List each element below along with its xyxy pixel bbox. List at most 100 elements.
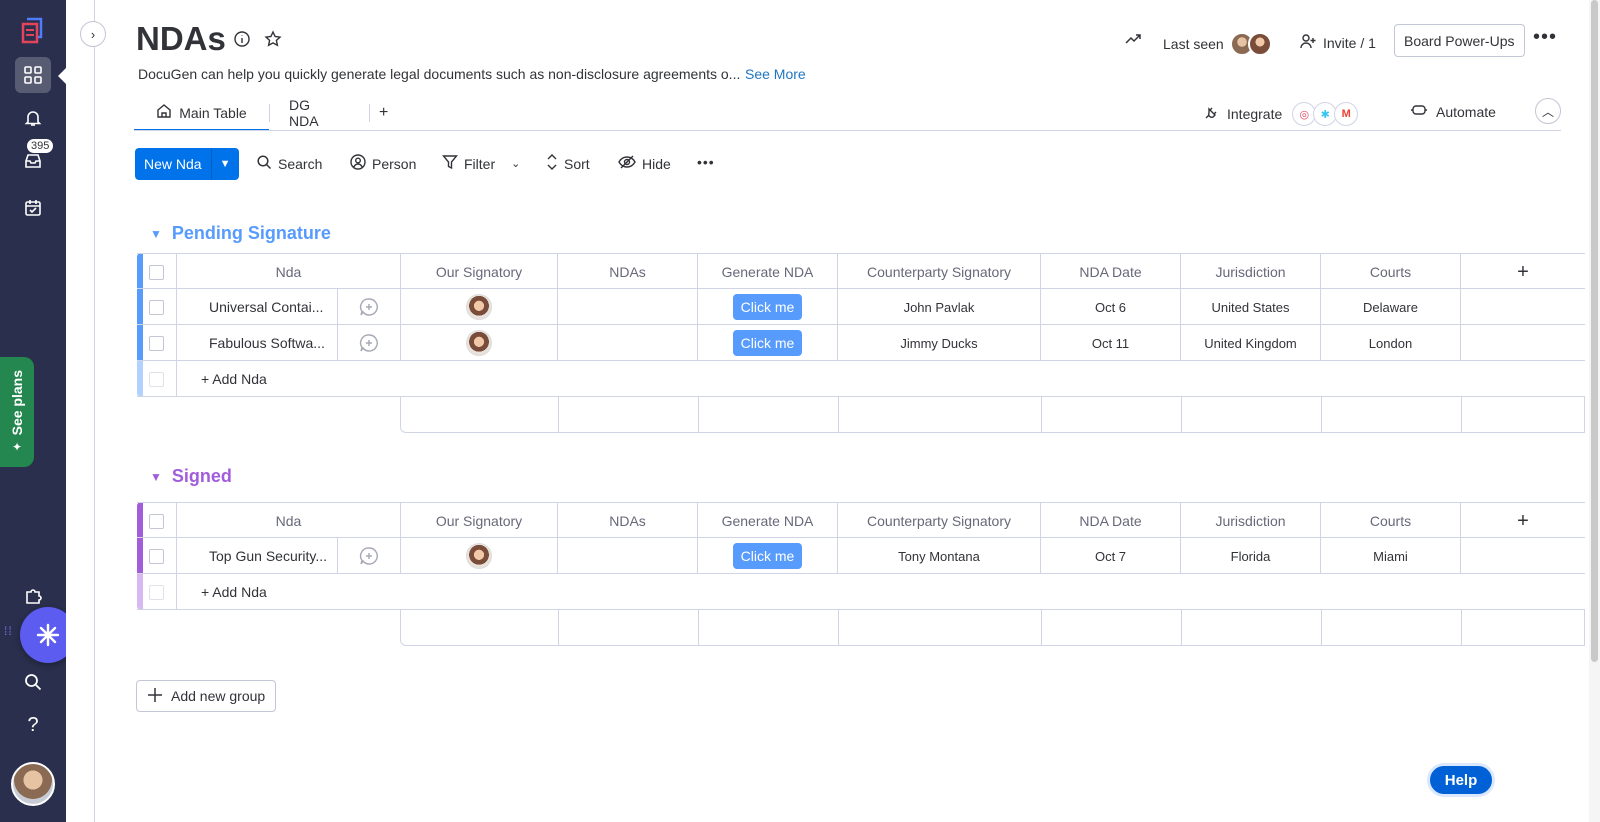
courts-cell[interactable]: Miami [1320, 538, 1460, 574]
tab-main-table[interactable]: Main Table [134, 96, 269, 131]
drag-handle-icon[interactable]: ⁞⁞ [4, 625, 13, 637]
jurisdiction-cell[interactable]: United Kingdom [1180, 325, 1320, 361]
click-me-button[interactable]: Click me [732, 330, 803, 356]
filter-button[interactable]: Filter ⌄ [442, 154, 520, 173]
add-item-row[interactable]: + Add Nda [137, 361, 1585, 397]
collapse-header-chevron-icon[interactable]: ︿ [1535, 98, 1561, 124]
item-name[interactable]: Top Gun Security... [176, 538, 337, 574]
column-header-counterparty-signatory[interactable]: Counterparty Signatory [837, 503, 1040, 539]
row-checkbox-cell[interactable] [137, 325, 176, 361]
jurisdiction-cell[interactable]: United States [1180, 289, 1320, 325]
toolbar-more-icon[interactable]: ••• [697, 154, 715, 170]
row-checkbox-cell[interactable] [137, 289, 176, 325]
column-header-jurisdiction[interactable]: Jurisdiction [1180, 254, 1320, 290]
add-new-group-button[interactable]: Add new group [136, 680, 277, 712]
table-row[interactable]: Top Gun Security... Click me Tony Montan… [137, 538, 1585, 574]
monday-logo-icon[interactable] [15, 12, 51, 48]
column-header-ndas[interactable]: NDAs [557, 254, 697, 290]
click-me-button[interactable]: Click me [732, 294, 803, 320]
tab-dg-nda[interactable]: DG NDA [289, 96, 319, 129]
nda-date-cell[interactable]: Oct 11 [1040, 325, 1180, 361]
our-signatory-cell[interactable] [400, 538, 557, 574]
row-checkbox-cell[interactable] [137, 538, 176, 574]
column-header-generate-nda[interactable]: Generate NDA [697, 503, 837, 539]
new-item-dropdown-chevron-icon[interactable]: ▼ [212, 148, 239, 180]
search-button[interactable]: Search [256, 154, 322, 173]
add-update-icon[interactable] [337, 325, 400, 361]
board-title[interactable]: NDAs [136, 20, 226, 58]
counterparty-signatory-cell[interactable]: Jimmy Ducks [837, 325, 1040, 361]
hide-button[interactable]: Hide [618, 154, 671, 173]
column-header-nda-date[interactable]: NDA Date [1040, 254, 1180, 290]
workspace-apps-icon[interactable] [15, 57, 51, 93]
click-me-button[interactable]: Click me [732, 543, 803, 569]
user-avatar[interactable] [11, 762, 55, 806]
my-work-calendar-icon[interactable] [15, 190, 51, 226]
select-all-checkbox[interactable] [149, 264, 164, 280]
add-view-button[interactable]: + [379, 96, 388, 129]
scrollbar-thumb[interactable] [1591, 0, 1598, 662]
column-header-counterparty-signatory[interactable]: Counterparty Signatory [837, 254, 1040, 290]
nda-date-cell[interactable]: Oct 6 [1040, 289, 1180, 325]
bell-icon[interactable] [15, 100, 51, 136]
column-header-nda[interactable]: Nda [176, 254, 400, 290]
row-checkbox[interactable] [149, 548, 164, 564]
column-header-our-signatory[interactable]: Our Signatory [400, 503, 557, 539]
counterparty-signatory-cell[interactable]: John Pavlak [837, 289, 1040, 325]
item-name[interactable]: Universal Contai... [176, 289, 337, 325]
our-signatory-cell[interactable] [400, 289, 557, 325]
group-collapse-chevron-icon[interactable]: ▼ [150, 470, 162, 484]
courts-cell[interactable]: London [1320, 325, 1460, 361]
add-item-row[interactable]: + Add Nda [137, 574, 1585, 610]
see-more-link[interactable]: See More [745, 66, 806, 82]
select-all-checkbox-cell[interactable] [137, 503, 176, 539]
filter-dropdown-chevron-icon[interactable]: ⌄ [511, 157, 520, 170]
ndas-file-cell[interactable] [557, 325, 697, 361]
add-nda-input[interactable]: + Add Nda [176, 574, 1585, 610]
table-row[interactable]: Universal Contai... Click me John Pavlak… [137, 289, 1585, 325]
star-icon[interactable] [264, 30, 282, 53]
see-plans-button[interactable]: See plans ✦ [0, 357, 34, 467]
column-header-our-signatory[interactable]: Our Signatory [400, 254, 557, 290]
add-nda-input[interactable]: + Add Nda [176, 361, 1585, 397]
column-header-nda-date[interactable]: NDA Date [1040, 503, 1180, 539]
page-scrollbar[interactable] [1589, 0, 1600, 822]
help-button[interactable]: Help [1427, 763, 1495, 797]
activity-icon[interactable] [1124, 30, 1142, 48]
board-power-ups-button[interactable]: Board Power-Ups [1394, 24, 1525, 57]
group-header-signed[interactable]: ▼ Signed [150, 466, 232, 487]
row-checkbox[interactable] [149, 299, 164, 315]
more-options-icon[interactable]: ••• [1533, 26, 1557, 49]
last-seen-button[interactable]: Last seen [1163, 32, 1272, 56]
column-header-generate-nda[interactable]: Generate NDA [697, 254, 837, 290]
search-icon[interactable] [15, 664, 51, 700]
column-header-nda[interactable]: Nda [176, 503, 400, 539]
row-checkbox[interactable] [149, 335, 164, 351]
nda-date-cell[interactable]: Oct 7 [1040, 538, 1180, 574]
invite-button[interactable]: Invite / 1 [1299, 32, 1376, 53]
add-update-icon[interactable] [337, 289, 400, 325]
ndas-file-cell[interactable] [557, 538, 697, 574]
column-header-ndas[interactable]: NDAs [557, 503, 697, 539]
group-title[interactable]: Pending Signature [172, 223, 331, 244]
add-update-icon[interactable] [337, 538, 400, 574]
select-all-checkbox-cell[interactable] [137, 254, 176, 290]
our-signatory-cell[interactable] [400, 325, 557, 361]
info-icon[interactable] [233, 30, 251, 53]
automate-button[interactable]: Automate [1410, 102, 1496, 121]
table-row[interactable]: Fabulous Softwa... Click me Jimmy Ducks … [137, 325, 1585, 361]
counterparty-signatory-cell[interactable]: Tony Montana [837, 538, 1040, 574]
group-collapse-chevron-icon[interactable]: ▼ [150, 227, 162, 241]
group-title[interactable]: Signed [172, 466, 232, 487]
column-header-courts[interactable]: Courts [1320, 503, 1460, 539]
add-column-button[interactable]: + [1460, 503, 1585, 539]
person-filter-button[interactable]: Person [350, 154, 416, 173]
new-nda-button[interactable]: New Nda [135, 148, 212, 180]
add-column-button[interactable]: + [1460, 254, 1585, 290]
ndas-file-cell[interactable] [557, 289, 697, 325]
integrate-button[interactable]: Integrate ◎ ✱ M [1203, 102, 1359, 126]
column-header-courts[interactable]: Courts [1320, 254, 1460, 290]
jurisdiction-cell[interactable]: Florida [1180, 538, 1320, 574]
group-header-pending[interactable]: ▼ Pending Signature [150, 223, 331, 244]
help-question-icon[interactable]: ? [15, 707, 51, 743]
